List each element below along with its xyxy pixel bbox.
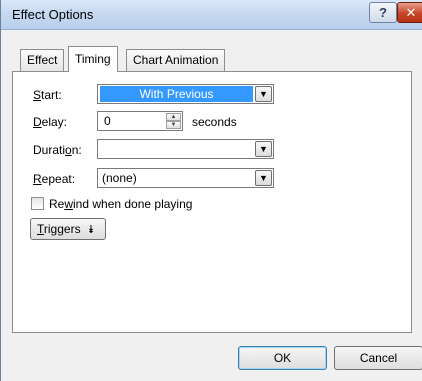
cancel-button[interactable]: Cancel: [334, 346, 422, 370]
chevron-down-icon[interactable]: ▼: [255, 170, 272, 186]
double-chevron-down-icon: ⯯: [87, 224, 95, 236]
start-value: With Previous: [100, 86, 253, 102]
help-button[interactable]: ?: [369, 2, 397, 23]
tab-chart-animation[interactable]: Chart Animation: [126, 49, 226, 71]
close-icon: ✕: [405, 5, 417, 20]
rewind-label[interactable]: Rewind when done playing: [49, 197, 192, 211]
duration-label: Duration:: [33, 143, 82, 157]
start-label: Start:: [33, 88, 62, 102]
duration-dropdown[interactable]: ▼: [97, 139, 274, 159]
tab-effect[interactable]: Effect: [20, 49, 65, 71]
delay-unit: seconds: [192, 115, 237, 129]
delay-value: 0: [104, 114, 111, 128]
tab-timing-label: Timing: [75, 52, 111, 66]
tab-timing[interactable]: Timing: [68, 46, 118, 72]
help-icon: ?: [379, 5, 387, 20]
delay-label: Delay:: [33, 115, 68, 129]
repeat-value: (none): [102, 171, 137, 185]
rewind-checkbox[interactable]: [31, 197, 44, 210]
repeat-label: Repeat:: [33, 172, 76, 186]
window-title: Effect Options: [12, 7, 94, 22]
tab-effect-label: Effect: [27, 53, 58, 67]
chevron-down-icon[interactable]: ▼: [255, 141, 272, 157]
start-dropdown[interactable]: With Previous ▼: [97, 84, 274, 104]
spin-down-icon[interactable]: ▼: [166, 121, 181, 129]
title-bar[interactable]: Effect Options ? ✕: [1, 0, 422, 30]
repeat-dropdown[interactable]: (none) ▼: [97, 168, 274, 188]
spin-up-icon[interactable]: ▲: [166, 113, 181, 121]
chevron-down-icon[interactable]: ▼: [255, 86, 272, 102]
effect-options-dialog: Effect Options ? ✕ Effect Timing Chart A…: [0, 0, 422, 381]
delay-spinner[interactable]: 0 ▲ ▼: [97, 111, 183, 131]
ok-button[interactable]: OK: [238, 346, 327, 370]
close-button[interactable]: ✕: [397, 2, 422, 23]
tab-chart-animation-label: Chart Animation: [133, 53, 219, 67]
triggers-button[interactable]: Triggers ⯯: [30, 218, 106, 240]
